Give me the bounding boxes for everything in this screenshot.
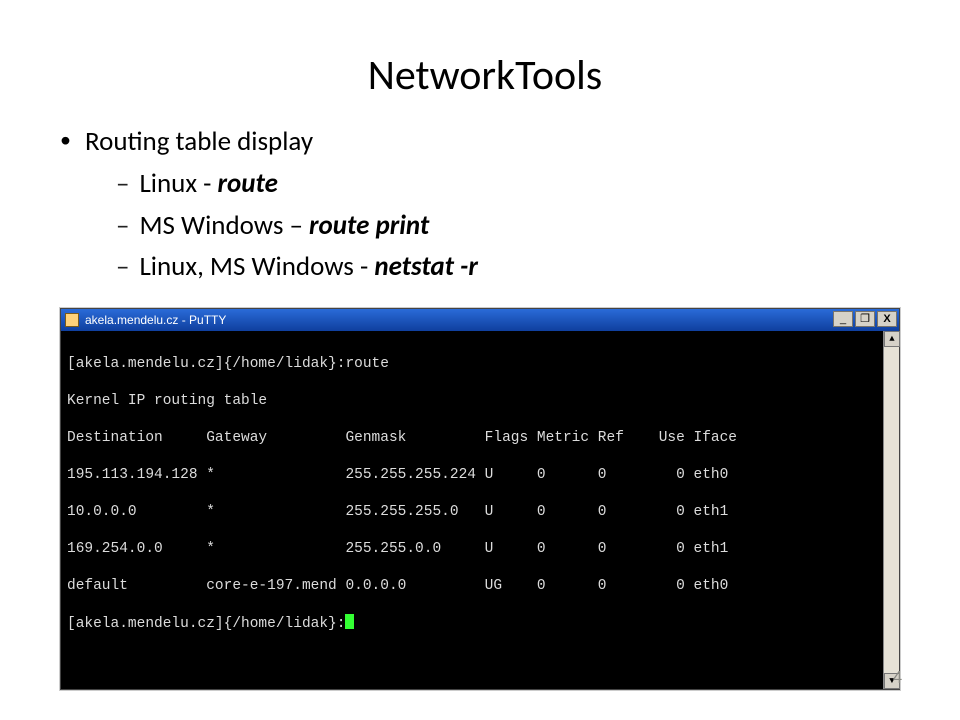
terminal-line-header: Kernel IP routing table xyxy=(67,392,877,411)
bullet-routing-table: • Routing table display xyxy=(60,123,910,161)
scrollbar-track[interactable] xyxy=(884,347,899,673)
bullet-list: • Routing table display – Linux - route … xyxy=(60,123,910,286)
page-number: 4 xyxy=(893,666,902,688)
sub-bullet-text: Linux - route xyxy=(139,165,277,203)
terminal-line-prompt-cursor: [akela.mendelu.cz]{/home/lidak}: xyxy=(67,614,877,634)
command-text: route xyxy=(218,167,278,200)
terminal-cursor-icon xyxy=(345,614,354,629)
terminal-line-route: default core-e-197.mend 0.0.0.0 UG 0 0 0… xyxy=(67,577,877,596)
slide: NetworkTools • Routing table display – L… xyxy=(0,0,960,720)
terminal-line-route: 195.113.194.128 * 255.255.255.224 U 0 0 … xyxy=(67,466,877,485)
maximize-button[interactable]: ❐ xyxy=(855,311,875,327)
putty-window: akela.mendelu.cz - PuTTY _ ❐ X [akela.me… xyxy=(60,308,900,690)
putty-title-text: akela.mendelu.cz - PuTTY xyxy=(85,313,226,327)
slide-title: NetworkTools xyxy=(60,50,910,101)
putty-app-icon xyxy=(65,313,79,327)
command-text: netstat -r xyxy=(374,250,478,283)
terminal-line-columns: Destination Gateway Genmask Flags Metric… xyxy=(67,429,877,448)
terminal-prompt-text: [akela.mendelu.cz]{/home/lidak}: xyxy=(67,616,345,632)
close-button[interactable]: X xyxy=(877,311,897,327)
dash-icon: – xyxy=(116,248,129,286)
sub-bullet-netstat-r: – Linux, MS Windows - netstat -r xyxy=(116,248,910,286)
terminal-line-prompt: [akela.mendelu.cz]{/home/lidak}:route xyxy=(67,355,877,374)
sub-bullet-text: Linux, MS Windows - netstat -r xyxy=(139,248,477,286)
dash-icon: – xyxy=(116,165,129,203)
bullet-dot-icon: • xyxy=(60,125,71,156)
putty-body: [akela.mendelu.cz]{/home/lidak}:route Ke… xyxy=(61,331,899,689)
putty-titlebar[interactable]: akela.mendelu.cz - PuTTY _ ❐ X xyxy=(61,309,899,331)
sub-bullet-prefix: MS Windows – xyxy=(139,209,309,242)
sub-bullet-text: MS Windows – route print xyxy=(139,207,429,245)
sub-bullet-linux-route: – Linux - route xyxy=(116,165,910,203)
scrollbar[interactable]: ▲ ▼ xyxy=(883,331,899,689)
dash-icon: – xyxy=(116,207,129,245)
command-text: route print xyxy=(309,209,429,242)
window-buttons: _ ❐ X xyxy=(833,311,897,327)
sub-bullet-prefix: Linux, MS Windows - xyxy=(139,250,374,283)
terminal-line-route: 169.254.0.0 * 255.255.0.0 U 0 0 0 eth1 xyxy=(67,540,877,559)
minimize-button[interactable]: _ xyxy=(833,311,853,327)
terminal-output[interactable]: [akela.mendelu.cz]{/home/lidak}:route Ke… xyxy=(61,331,883,689)
scroll-up-button[interactable]: ▲ xyxy=(884,331,900,347)
sub-bullet-windows-route-print: – MS Windows – route print xyxy=(116,207,910,245)
sub-bullet-list: – Linux - route – MS Windows – route pri… xyxy=(116,165,910,286)
bullet-text: Routing table display xyxy=(85,123,313,161)
sub-bullet-prefix: Linux - xyxy=(139,167,217,200)
terminal-line-route: 10.0.0.0 * 255.255.255.0 U 0 0 0 eth1 xyxy=(67,503,877,522)
